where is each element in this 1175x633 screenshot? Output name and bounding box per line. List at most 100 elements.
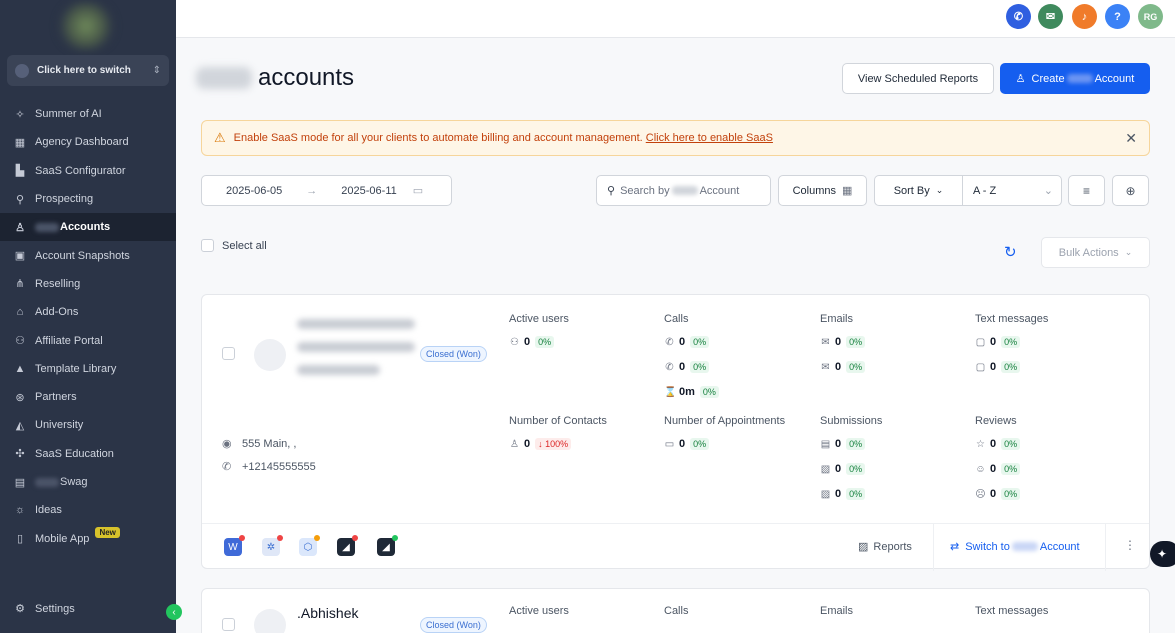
select-all-checkbox[interactable] xyxy=(201,239,214,252)
columns-icon: ▦ xyxy=(842,185,853,197)
reports-button[interactable]: ▨ Reports xyxy=(858,540,912,553)
sidebar-item-ideas[interactable]: ☼ Ideas xyxy=(0,496,176,524)
sidebar-item-agency-dashboard[interactable]: ▦ Agency Dashboard xyxy=(0,128,176,156)
select-all[interactable]: Select all xyxy=(201,239,267,252)
account-checkbox[interactable] xyxy=(222,347,235,360)
switch-to-account-button[interactable]: ⇄ Switch to Account xyxy=(950,540,1080,554)
sidebar-item-partners[interactable]: ⊛ Partners xyxy=(0,383,176,411)
sidebar-item-settings[interactable]: ⚙ Settings xyxy=(13,602,75,616)
phone-call-icon[interactable]: ✆ xyxy=(1006,4,1031,29)
agency-logo[interactable] xyxy=(58,2,114,50)
search-icon: ⚲ xyxy=(607,185,616,197)
calendar-icon: ▭ xyxy=(412,185,424,197)
metric-pct-text: 100% xyxy=(545,439,569,449)
account-card-footer: W ✲ ⬡ ◢ ◢ ▨ Reports ⇄ Switch to Account ⋮ xyxy=(202,523,1149,571)
bell-icon[interactable]: ♪ xyxy=(1072,4,1097,29)
metric-value: ✉ 0 0% xyxy=(820,361,866,373)
sidebar-item-label: Partners xyxy=(35,391,77,404)
dashboard-icon: ▦ xyxy=(14,136,26,149)
sidebar-item-prospecting[interactable]: ⚲ Prospecting xyxy=(0,185,176,213)
help-icon[interactable]: ? xyxy=(1105,4,1130,29)
sidebar-item-summer-of-ai[interactable]: ✧ Summer of AI xyxy=(0,100,176,128)
sidebar-item-saas-configurator[interactable]: ▙ SaaS Configurator xyxy=(0,157,176,185)
account-checkbox[interactable] xyxy=(222,618,235,631)
sidebar-item-accounts[interactable]: ♙ Accounts xyxy=(0,213,176,242)
create-account-button[interactable]: ♙ Create Account xyxy=(1000,63,1150,94)
search-placeholder-prefix: Search by xyxy=(620,184,670,197)
switch-label-prefix: Switch to xyxy=(965,540,1010,553)
sidebar-item-swag[interactable]: ▤ Swag xyxy=(0,468,176,496)
divider xyxy=(1105,524,1106,571)
ai-assistant-button[interactable]: ✦ xyxy=(1150,541,1175,567)
account-address: ◉ 555 Main, , xyxy=(222,437,296,451)
account-switcher[interactable]: Click here to switch ⇕ xyxy=(7,55,169,86)
more-options-icon[interactable]: ⋮ xyxy=(1124,538,1136,552)
email-out-icon: ✉ xyxy=(821,361,830,373)
app-icon-dark-2[interactable]: ◢ xyxy=(377,535,398,556)
metric-number: 0 xyxy=(835,463,842,475)
sidebar-item-affiliate-portal[interactable]: ⚇ Affiliate Portal xyxy=(0,326,176,354)
hexagon-app-icon[interactable]: ⬡ xyxy=(299,535,320,556)
app-icon-dark[interactable]: ◢ xyxy=(337,535,358,556)
metric-pct: 0% xyxy=(1001,463,1021,475)
metric-number: 0 xyxy=(835,336,842,348)
redacted-text xyxy=(196,67,252,89)
view-scheduled-reports-button[interactable]: View Scheduled Reports xyxy=(842,63,994,94)
refresh-icon[interactable]: ↻ xyxy=(1004,243,1017,261)
wordpress-icon[interactable]: W xyxy=(224,535,245,556)
filter-button[interactable]: ≡ xyxy=(1068,175,1105,206)
metric-value: ⌛ 0m 0% xyxy=(664,386,719,398)
phone-icon: ✆ xyxy=(222,461,232,473)
sidebar-item-saas-education[interactable]: ✣ SaaS Education xyxy=(0,440,176,468)
metric-number: 0 xyxy=(835,361,842,373)
metric-value: ▧ 0 0% xyxy=(820,463,866,475)
sidebar-item-template-library[interactable]: ▲ Template Library xyxy=(0,355,176,383)
bulk-actions-dropdown[interactable]: Bulk Actions ⌄ xyxy=(1041,237,1150,268)
metric-pct: 0% xyxy=(1001,361,1021,373)
metric-label: Submissions xyxy=(820,415,883,427)
sort-order-select[interactable]: A - Z ⌄ xyxy=(962,175,1062,206)
sidebar-item-mobile-app[interactable]: ▯ Mobile App New xyxy=(0,524,176,552)
redacted-text xyxy=(35,222,59,232)
sidebar-item-label: Account Snapshots xyxy=(35,249,130,262)
sort-by-label: Sort By xyxy=(893,184,930,197)
metric-pct: 0% xyxy=(1001,438,1021,450)
account-name: .Abhishek xyxy=(297,605,359,621)
sidebar-item-label: Agency Dashboard xyxy=(35,136,129,149)
sidebar-item-reselling[interactable]: ⋔ Reselling xyxy=(0,270,176,298)
tree-icon: ⋔ xyxy=(15,278,25,291)
metric-label: Calls xyxy=(664,605,689,617)
date-range-picker[interactable]: 2025-06-05 → 2025-06-11 ▭ xyxy=(201,175,452,206)
integration-icon[interactable]: ✲ xyxy=(262,535,283,556)
sort-order-value: A - Z xyxy=(973,184,997,197)
redacted-account-name xyxy=(297,313,415,395)
sidebar-item-label: Template Library xyxy=(35,362,117,375)
message-in-icon: ▢ xyxy=(975,336,986,348)
sidebar-nav: ✧ Summer of AI ▦ Agency Dashboard ▙ SaaS Co… xyxy=(0,100,176,553)
new-badge: New xyxy=(95,527,120,539)
columns-button[interactable]: Columns ▦ xyxy=(778,175,867,206)
metric-number: 0 xyxy=(990,438,997,450)
alert-message: Enable SaaS mode for all your clients to… xyxy=(233,132,643,144)
chevron-updown-icon: ⇕ xyxy=(152,65,161,76)
sidebar-item-university[interactable]: ◭ University xyxy=(0,411,176,439)
location-pin-icon: ◉ xyxy=(222,438,232,450)
search-input[interactable]: ⚲ Search by Account xyxy=(596,175,771,206)
phone-icon: ▯ xyxy=(16,533,24,546)
sidebar-item-account-snapshots[interactable]: ▣ Account Snapshots xyxy=(0,241,176,269)
survey-icon: ▧ xyxy=(820,463,831,475)
enable-saas-link[interactable]: Click here to enable SaaS xyxy=(646,132,773,144)
chevron-down-icon: ⌄ xyxy=(1043,185,1053,197)
date-end: 2025-06-11 xyxy=(341,184,397,197)
divider xyxy=(933,524,934,571)
user-avatar[interactable]: RG xyxy=(1138,4,1163,29)
download-button[interactable]: ⊕ xyxy=(1112,175,1149,206)
metric-pct: 0% xyxy=(846,488,866,500)
megaphone-icon[interactable]: ✉ xyxy=(1038,4,1063,29)
sidebar-item-add-ons[interactable]: ⌂ Add-Ons xyxy=(0,298,176,326)
sort-by-button[interactable]: Sort By ⌄ xyxy=(874,175,962,206)
close-icon[interactable]: ✕ xyxy=(1125,130,1137,147)
redacted-text xyxy=(671,186,698,195)
metric-number: 0 xyxy=(990,463,997,475)
date-start: 2025-06-05 xyxy=(226,184,283,197)
